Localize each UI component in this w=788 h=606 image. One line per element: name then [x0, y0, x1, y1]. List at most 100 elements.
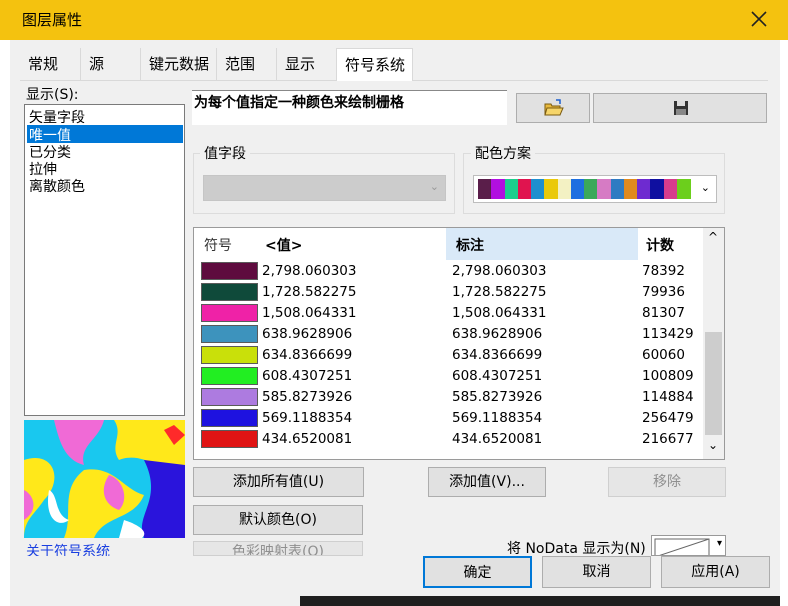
table-row[interactable]: 638.9628906 638.9628906 113429 [194, 324, 704, 345]
chevron-down-icon: ⌄ [429, 180, 439, 193]
renderer-list[interactable]: 矢量字段 唯一值 已分类 拉伸 离散颜色 [24, 104, 185, 416]
save-file-button[interactable] [593, 93, 767, 123]
tab-source[interactable]: 源 [80, 48, 140, 80]
table-row[interactable]: 634.8366699 634.8366699 60060 [194, 345, 704, 366]
label-cell[interactable]: 585.8273926 [452, 387, 542, 408]
add-value-button[interactable]: 添加值(V)... [428, 467, 546, 497]
scrollbar-thumb[interactable] [705, 332, 722, 435]
add-all-values-label: 添加所有值(U) [232, 474, 325, 490]
table-row[interactable]: 1,728.582275 1,728.582275 79936 [194, 282, 704, 303]
count-cell: 60060 [642, 347, 685, 363]
cancel-button[interactable]: 取消 [542, 556, 651, 588]
value-cell: 608.4307251 [262, 368, 353, 384]
symbol-swatch[interactable] [201, 388, 258, 406]
nodata-color-picker[interactable]: ▾ [651, 535, 726, 556]
chevron-down-icon: ▾ [716, 538, 722, 549]
label-cell[interactable]: 1,508.064331 [452, 303, 546, 324]
tab-key-metadata[interactable]: 键元数据 [140, 48, 216, 80]
count-cell: 78392 [642, 263, 685, 279]
value-field-select[interactable]: ⌄ [203, 175, 446, 201]
tab-display[interactable]: 显示 [276, 48, 336, 80]
remove-label: 移除 [653, 474, 681, 490]
label-cell[interactable]: 434.6520081 [452, 429, 542, 450]
ok-button[interactable]: 确定 [423, 556, 532, 588]
add-all-values-button[interactable]: 添加所有值(U) [193, 467, 364, 497]
label-cell[interactable]: 1,728.582275 [452, 282, 546, 303]
color-ramp-swatch [663, 179, 678, 199]
color-map-label: 色彩映射表(O) [232, 544, 324, 556]
color-ramp-swatch [491, 179, 506, 199]
about-symbology-link[interactable]: 关于符号系统 [26, 541, 110, 556]
table-row[interactable]: 2,798.060303 2,798.060303 78392 [194, 261, 704, 282]
label-cell[interactable]: 569.1188354 [452, 408, 542, 429]
symbol-swatch[interactable] [201, 367, 258, 385]
table-row[interactable]: 608.4307251 608.4307251 100809 [194, 366, 704, 387]
count-cell: 114884 [642, 389, 694, 405]
save-icon [673, 100, 689, 120]
value-header[interactable]: <值> [265, 235, 302, 255]
tab-general[interactable]: 常规 [20, 48, 80, 80]
table-body: 2,798.060303 2,798.060303 78392 1,728.58227… [194, 260, 704, 459]
count-cell: 113429 [642, 326, 694, 342]
color-ramp-swatch [623, 179, 638, 199]
color-ramp-swatch [637, 179, 651, 199]
color-ramp-swatch [570, 179, 585, 199]
chevron-up-icon[interactable]: ^ [708, 230, 718, 244]
default-colors-button[interactable]: 默认颜色(O) [193, 505, 363, 535]
count-header[interactable]: 计数 [646, 235, 674, 255]
value-cell: 634.8366699 [262, 347, 353, 363]
open-file-button[interactable] [516, 93, 590, 123]
value-cell: 2,798.060303 [262, 263, 357, 279]
color-map-button[interactable]: 色彩映射表(O) [193, 541, 363, 556]
apply-button[interactable]: 应用(A) [661, 556, 770, 588]
symbol-swatch[interactable] [201, 262, 258, 280]
value-cell: 585.8273926 [262, 389, 353, 405]
label-cell[interactable]: 634.8366699 [452, 345, 542, 366]
window-title: 图层属性 [22, 11, 83, 29]
symbol-swatch[interactable] [201, 283, 258, 301]
color-ramp [478, 179, 691, 199]
label-header[interactable]: 标注 [456, 235, 484, 255]
show-label: 显示(S): [26, 87, 79, 103]
symbol-header[interactable]: 符号 [204, 235, 232, 255]
folder-open-icon [544, 99, 564, 121]
close-icon[interactable] [748, 8, 770, 30]
table-row[interactable]: 1,508.064331 1,508.064331 81307 [194, 303, 704, 324]
color-scheme-select[interactable]: ⌄ [473, 175, 717, 203]
tab-extent[interactable]: 范围 [216, 48, 276, 80]
label-cell[interactable]: 608.4307251 [452, 366, 542, 387]
list-item[interactable]: 矢量字段 [29, 107, 85, 127]
chevron-down-icon: ⌄ [700, 181, 710, 194]
color-ramp-swatch [610, 179, 625, 199]
tab-symbology[interactable]: 符号系统 [336, 48, 413, 82]
color-ramp-swatch [478, 179, 492, 199]
list-item[interactable]: 离散颜色 [29, 176, 85, 196]
values-table[interactable]: 符号 <值> 标注 计数 2,798.060303 2,798.060303 783… [193, 227, 725, 460]
table-row[interactable]: 569.1188354 569.1188354 256479 [194, 408, 704, 429]
scrollbar[interactable]: ^ ⌄ [703, 228, 724, 459]
table-row[interactable]: 585.8273926 585.8273926 114884 [194, 387, 704, 408]
symbol-swatch[interactable] [201, 346, 258, 364]
symbol-swatch[interactable] [201, 430, 258, 448]
color-ramp-swatch [504, 179, 519, 199]
color-ramp-swatch [531, 179, 545, 199]
background-dark [300, 596, 780, 606]
color-ramp-swatch [557, 179, 572, 199]
count-cell: 81307 [642, 305, 685, 321]
symbol-swatch[interactable] [201, 409, 258, 427]
preview-image [24, 420, 185, 538]
add-value-label: 添加值(V)... [449, 474, 525, 490]
color-scheme-label: 配色方案 [471, 143, 535, 163]
symbol-swatch[interactable] [201, 325, 258, 343]
color-ramp-swatch [650, 179, 665, 199]
chevron-down-icon[interactable]: ⌄ [708, 438, 718, 452]
label-cell[interactable]: 638.9628906 [452, 324, 542, 345]
remove-button[interactable]: 移除 [608, 467, 726, 497]
color-ramp-swatch [584, 179, 598, 199]
apply-label: 应用(A) [691, 564, 740, 580]
value-cell: 1,508.064331 [262, 305, 357, 321]
table-row[interactable]: 434.6520081 434.6520081 216677 [194, 429, 704, 450]
value-cell: 569.1188354 [262, 410, 353, 426]
symbol-swatch[interactable] [201, 304, 258, 322]
label-cell[interactable]: 2,798.060303 [452, 261, 546, 282]
